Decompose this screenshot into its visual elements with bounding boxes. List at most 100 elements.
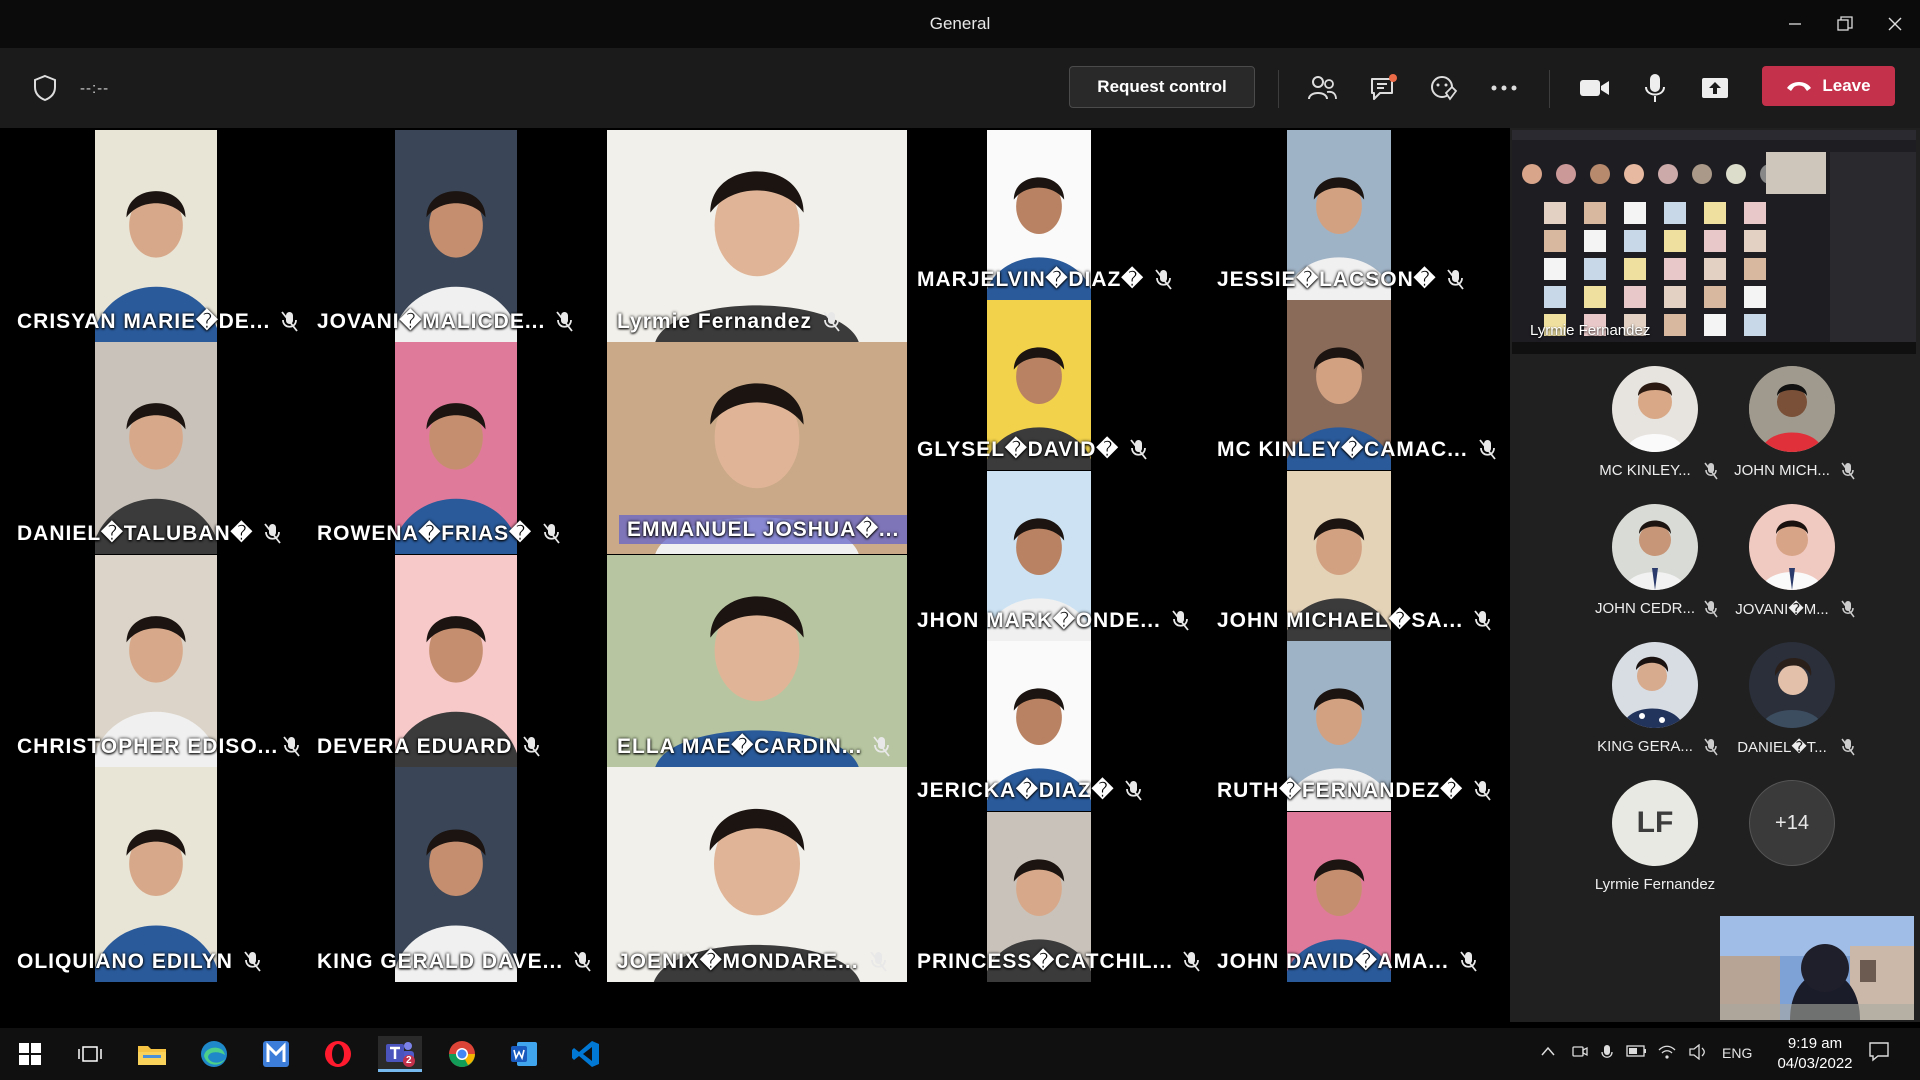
- video-grid: CRISYAN MARIE�DE... JOVANI�MALICDE... Lyrm…: [7, 130, 1507, 1022]
- participant-name-label: JOHN MICHAEL�SA...: [1217, 609, 1464, 632]
- participant-name-label: ROWENA�FRIAS�: [317, 522, 532, 545]
- participant-video-tile[interactable]: JERICKA�DIAZ�: [907, 641, 1207, 811]
- chat-icon[interactable]: [1365, 72, 1401, 104]
- participant-card[interactable]: JOVANI�M...: [1727, 504, 1857, 634]
- participant-video-tile[interactable]: JHON MARK�ONDE...: [907, 471, 1207, 641]
- participant-card[interactable]: JOHN CEDR...: [1590, 504, 1720, 634]
- muted-mic-icon: [869, 950, 887, 972]
- participant-name-label: MC KINLEY�CAMAC...: [1217, 438, 1468, 461]
- minimize-icon[interactable]: [1775, 8, 1815, 40]
- muted-mic-icon: [280, 310, 298, 332]
- participant-video-tile[interactable]: GLYSEL�DAVID�: [907, 300, 1207, 470]
- participant-name: Lyrmie Fernandez: [1594, 876, 1716, 893]
- vscode-icon[interactable]: [564, 1036, 608, 1072]
- windows-start-icon[interactable]: [8, 1036, 52, 1072]
- participant-video-tile[interactable]: CRISYAN MARIE�DE...: [7, 130, 307, 342]
- participant-video-tile[interactable]: EMMANUEL JOSHUA�...: [607, 342, 907, 554]
- participant-video-tile[interactable]: ELLA MAE�CARDIN...: [607, 555, 907, 767]
- app-m-icon[interactable]: [254, 1036, 298, 1072]
- more-participants-button[interactable]: +14: [1727, 780, 1857, 910]
- phone-hangup-icon: [1787, 82, 1812, 91]
- meeting-timer: --:--: [80, 80, 110, 97]
- participant-video-tile[interactable]: JOHN DAVID�AMA...: [1207, 812, 1507, 982]
- muted-mic-icon: [1841, 462, 1855, 480]
- camera-tray-icon[interactable]: [1572, 1044, 1588, 1063]
- leave-button[interactable]: Leave: [1762, 66, 1895, 106]
- participant-name-label: JESSIE�LACSON�: [1217, 268, 1437, 291]
- participant-name-label: CRISYAN MARIE�DE...: [17, 310, 271, 333]
- participant-name-label: PRINCESS�CATCHIL...: [917, 950, 1173, 973]
- participants-icon[interactable]: [1304, 72, 1340, 104]
- participant-name-label: JHON MARK�ONDE...: [917, 609, 1161, 632]
- muted-mic-icon: [1704, 738, 1718, 756]
- overflow-count: +14: [1775, 811, 1809, 834]
- file-explorer-icon[interactable]: [130, 1036, 174, 1072]
- opera-icon[interactable]: [316, 1036, 360, 1072]
- microphone-icon[interactable]: [1637, 72, 1673, 104]
- participant-video-tile[interactable]: PRINCESS�CATCHIL...: [907, 812, 1207, 982]
- edge-icon[interactable]: [192, 1036, 236, 1072]
- participant-video-tile[interactable]: JESSIE�LACSON�: [1207, 130, 1507, 300]
- wifi-icon[interactable]: [1658, 1044, 1676, 1063]
- request-control-button[interactable]: Request control: [1069, 66, 1255, 108]
- participant-video-tile[interactable]: JOENIX�MONDARE...: [607, 767, 907, 982]
- muted-mic-icon: [822, 310, 840, 332]
- microphone-tray-icon[interactable]: [1600, 1044, 1614, 1065]
- participant-video-tile[interactable]: KING GERALD DAVE...: [307, 767, 607, 982]
- muted-mic-icon: [1704, 600, 1718, 618]
- muted-mic-icon: [282, 735, 300, 757]
- close-icon[interactable]: [1875, 8, 1915, 40]
- participant-name: DANIEL�T...: [1737, 739, 1827, 756]
- participant-card[interactable]: JOHN MICH...: [1727, 366, 1857, 496]
- participant-name: MC KINLEY...: [1599, 462, 1691, 479]
- muted-mic-icon: [555, 310, 573, 332]
- shared-screen[interactable]: Lyrmie Fernandez: [1512, 130, 1916, 354]
- chrome-icon[interactable]: [440, 1036, 484, 1072]
- muted-mic-icon: [243, 950, 261, 972]
- camera-icon[interactable]: [1577, 72, 1613, 104]
- participant-card[interactable]: LF Lyrmie Fernandez: [1590, 780, 1720, 910]
- participant-card[interactable]: DANIEL�T...: [1727, 642, 1857, 772]
- participant-card[interactable]: KING GERA...: [1590, 642, 1720, 772]
- clock-date: 04/03/2022: [1777, 1055, 1853, 1072]
- participant-video-tile[interactable]: MARJELVIN�DIAZ�: [907, 130, 1207, 300]
- participant-video-tile[interactable]: JOHN MICHAEL�SA...: [1207, 471, 1507, 641]
- participant-name-label: DANIEL�TALUBAN�: [17, 522, 254, 545]
- volume-icon[interactable]: [1688, 1043, 1708, 1063]
- participant-name-label: JOHN DAVID�AMA...: [1217, 950, 1449, 973]
- teams-icon[interactable]: 2: [378, 1036, 422, 1072]
- avatar: [1749, 366, 1835, 452]
- participant-video-tile[interactable]: ROWENA�FRIAS�: [307, 342, 607, 554]
- participant-name-label: Lyrmie Fernandez: [617, 310, 812, 333]
- muted-mic-icon: [1473, 609, 1491, 631]
- participant-video-tile[interactable]: DEVERA EDUARD: [307, 555, 607, 767]
- muted-mic-icon: [1459, 950, 1477, 972]
- task-view-icon[interactable]: [68, 1036, 112, 1072]
- participant-card[interactable]: MC KINLEY...: [1590, 366, 1720, 496]
- participant-video-tile[interactable]: MC KINLEY�CAMAC...: [1207, 300, 1507, 470]
- participant-name-label: EMMANUEL JOSHUA�...: [619, 515, 907, 544]
- language-indicator[interactable]: ENG: [1722, 1045, 1752, 1061]
- participant-video-tile[interactable]: Lyrmie Fernandez: [607, 130, 907, 342]
- participant-video-tile[interactable]: JOVANI�MALICDE...: [307, 130, 607, 342]
- participant-name-label: ELLA MAE�CARDIN...: [617, 735, 863, 758]
- more-options-icon[interactable]: [1486, 72, 1522, 104]
- reactions-icon[interactable]: [1426, 72, 1462, 104]
- restore-icon[interactable]: [1825, 8, 1865, 40]
- self-view-video[interactable]: [1720, 916, 1914, 1020]
- battery-icon[interactable]: [1626, 1044, 1648, 1061]
- participant-video-tile[interactable]: OLIQUIANO EDILYN: [7, 767, 307, 982]
- show-hidden-icons-icon[interactable]: [1540, 1044, 1556, 1060]
- teams-badge: 2: [406, 1055, 412, 1066]
- clock[interactable]: 9:19 am 04/03/2022: [1760, 1034, 1870, 1074]
- participant-video-tile[interactable]: DANIEL�TALUBAN�: [7, 342, 307, 554]
- notification-icon[interactable]: [1868, 1040, 1890, 1065]
- share-screen-icon[interactable]: [1697, 72, 1733, 104]
- shield-icon: [32, 74, 58, 102]
- muted-mic-icon: [263, 522, 281, 544]
- muted-mic-icon: [573, 950, 591, 972]
- word-icon[interactable]: [502, 1036, 546, 1072]
- participant-video-tile[interactable]: CHRISTOPHER EDISO...: [7, 555, 307, 767]
- participant-video-tile[interactable]: RUTH�FERNANDEZ�: [1207, 641, 1507, 811]
- participant-name-label: CHRISTOPHER EDISO...: [17, 735, 279, 758]
